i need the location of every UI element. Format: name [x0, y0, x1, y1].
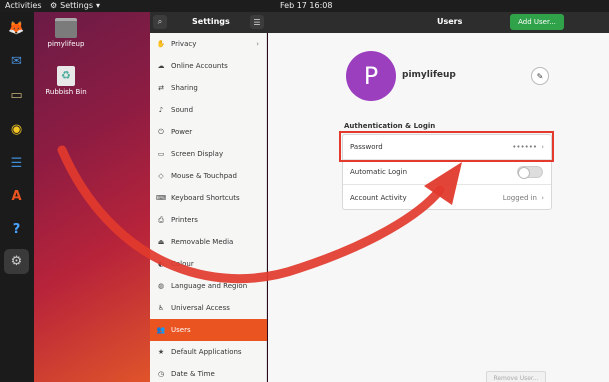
- remove-user-button[interactable]: Remove User...: [486, 371, 546, 382]
- chevron-right-icon: ›: [541, 193, 544, 202]
- sidebar-item-label: Power: [171, 128, 193, 136]
- desktop-icon-trash[interactable]: ♻ Rubbish Bin: [36, 66, 96, 96]
- sidebar-item-keyboard-shortcuts[interactable]: ⌨ Keyboard Shortcuts: [150, 187, 267, 209]
- settings-sidebar-header: ⌕ Settings ☰: [150, 12, 267, 33]
- sidebar-item-label: Sound: [171, 106, 194, 114]
- user-name[interactable]: pimylifeup: [402, 70, 456, 80]
- account-activity-row[interactable]: Account Activity Logged in ›: [343, 185, 551, 210]
- writer-icon[interactable]: ☰: [4, 151, 29, 176]
- display-icon: ▭: [157, 150, 165, 158]
- sidebar-item-label: Colour: [171, 260, 194, 268]
- sidebar-item-mouse-touchpad[interactable]: ◇ Mouse & Touchpad: [150, 165, 267, 187]
- firefox-icon[interactable]: 🦊: [4, 16, 29, 41]
- clock[interactable]: Feb 17 16:08: [280, 1, 332, 10]
- sidebar-item-sharing[interactable]: ⇄ Sharing: [150, 77, 267, 99]
- activities-button[interactable]: Activities: [5, 1, 42, 10]
- desktop-icon-home[interactable]: pimylifeup: [36, 18, 96, 48]
- sidebar-item-users[interactable]: 👥 Users: [150, 319, 267, 341]
- panel-title: Users: [437, 17, 463, 26]
- app-menu[interactable]: ⚙ Settings ▾: [50, 1, 100, 10]
- thunderbird-icon[interactable]: ✉: [4, 49, 29, 74]
- sidebar-item-screen-display[interactable]: ▭ Screen Display: [150, 143, 267, 165]
- sidebar-item-date-time[interactable]: ◷ Date & Time: [150, 363, 267, 382]
- sidebar-item-label: Keyboard Shortcuts: [171, 194, 240, 202]
- clock-icon: ◷: [157, 370, 165, 378]
- rhythmbox-icon[interactable]: ◉: [4, 117, 29, 142]
- pencil-icon: ✎: [536, 71, 544, 81]
- row-label: Account Activity: [350, 193, 407, 202]
- desktop-icon-label: Rubbish Bin: [45, 88, 87, 96]
- user-avatar[interactable]: P: [346, 51, 396, 101]
- power-icon: ⏻: [158, 127, 164, 136]
- sound-icon: ♪: [158, 106, 164, 114]
- section-title: Authentication & Login: [344, 122, 436, 130]
- sidebar-item-sound[interactable]: ♪ Sound: [150, 99, 267, 121]
- row-label: Automatic Login: [350, 168, 408, 176]
- files-icon[interactable]: ▭: [4, 83, 29, 108]
- settings-title: Settings: [192, 17, 230, 26]
- sidebar-item-language-region[interactable]: ◍ Language and Region: [150, 275, 267, 297]
- sidebar-item-label: Printers: [171, 216, 198, 224]
- sidebar-item-power[interactable]: ⏻ Power: [150, 121, 267, 143]
- cloud-icon: ☁: [157, 62, 165, 70]
- settings-sidebar: ✋ Privacy › ☁ Online Accounts ⇄ Sharing ♪ Sou…: [150, 33, 267, 382]
- trash-icon: ♻: [57, 66, 75, 86]
- sidebar-item-default-applications[interactable]: ★ Default Applications: [150, 341, 267, 363]
- automatic-login-toggle[interactable]: [517, 166, 543, 179]
- sidebar-item-label: Universal Access: [171, 304, 230, 312]
- settings-app-icon: ⚙: [50, 1, 58, 10]
- annotation-highlight-box: [339, 131, 554, 162]
- home-folder-icon: [55, 18, 77, 38]
- settings-icon[interactable]: ⚙: [4, 249, 29, 274]
- dock: 🦊 ✉ ▭ ◉ ☰ A ? ⚙: [0, 12, 34, 382]
- sidebar-item-label: Mouse & Touchpad: [171, 172, 237, 180]
- sidebar-item-label: Online Accounts: [171, 62, 228, 70]
- sidebar-item-label: Screen Display: [171, 150, 224, 158]
- sidebar-item-label: Privacy: [171, 40, 197, 48]
- sidebar-item-label: Sharing: [171, 84, 198, 92]
- privacy-icon: ✋: [156, 40, 166, 48]
- search-icon[interactable]: ⌕: [153, 15, 167, 29]
- sidebar-item-online-accounts[interactable]: ☁ Online Accounts: [150, 55, 267, 77]
- software-icon[interactable]: A: [4, 184, 29, 209]
- top-bar: Activities ⚙ Settings ▾ Feb 17 16:08: [0, 0, 609, 12]
- printer-icon: ⎙: [158, 215, 164, 224]
- accessibility-icon: ♿: [157, 304, 165, 312]
- removable-media-icon: ⏏: [157, 238, 165, 246]
- add-user-button[interactable]: Add User...: [510, 14, 564, 30]
- sidebar-item-label: Default Applications: [171, 348, 242, 356]
- desktop-icon-label: pimylifeup: [47, 40, 85, 48]
- colour-icon: ◐: [157, 260, 165, 268]
- sidebar-item-label: Date & Time: [171, 370, 215, 378]
- edit-name-button[interactable]: ✎: [531, 67, 549, 85]
- users-panel: P pimylifeup ✎ Authentication & Login Pa…: [268, 33, 609, 382]
- star-icon: ★: [157, 348, 165, 356]
- chevron-down-icon: ▾: [95, 1, 100, 10]
- desktop: pimylifeup ♻ Rubbish Bin: [34, 12, 150, 382]
- sidebar-item-label: Language and Region: [171, 282, 248, 290]
- activity-value: Logged in: [502, 193, 537, 202]
- sidebar-item-privacy[interactable]: ✋ Privacy ›: [150, 33, 267, 55]
- sidebar-item-label: Users: [171, 326, 191, 334]
- sidebar-item-removable-media[interactable]: ⏏ Removable Media: [150, 231, 267, 253]
- mouse-icon: ◇: [158, 172, 164, 180]
- users-panel-header: Users Add User...: [267, 12, 609, 33]
- users-icon: 👥: [156, 326, 166, 334]
- hamburger-menu-icon[interactable]: ☰: [250, 15, 264, 29]
- help-icon[interactable]: ?: [4, 217, 29, 242]
- app-menu-label: Settings: [60, 1, 93, 10]
- sidebar-item-universal-access[interactable]: ♿ Universal Access: [150, 297, 267, 319]
- sidebar-item-printers[interactable]: ⎙ Printers: [150, 209, 267, 231]
- automatic-login-row: Automatic Login: [343, 160, 551, 185]
- sidebar-item-label: Removable Media: [171, 238, 234, 246]
- chevron-right-icon: ›: [256, 40, 259, 48]
- globe-icon: ◍: [157, 282, 165, 290]
- sidebar-item-colour[interactable]: ◐ Colour: [150, 253, 267, 275]
- keyboard-icon: ⌨: [156, 194, 167, 202]
- sharing-icon: ⇄: [158, 84, 164, 92]
